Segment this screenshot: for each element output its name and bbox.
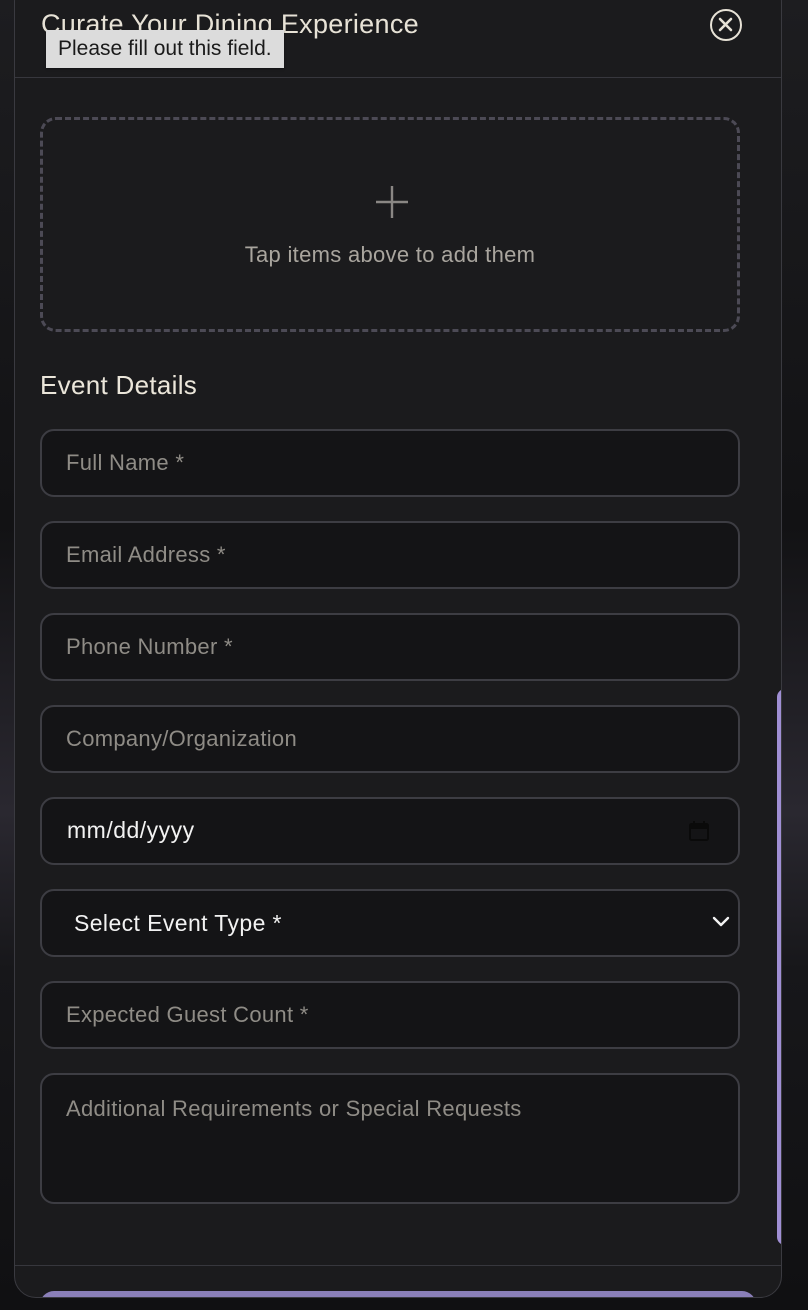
booking-modal: Curate Your Dining Experience Tap items …	[14, 0, 782, 1298]
close-button[interactable]	[710, 9, 742, 41]
calendar-icon[interactable]	[688, 820, 710, 842]
phone-input[interactable]	[40, 613, 740, 681]
special-requests-textarea[interactable]	[40, 1073, 740, 1204]
selected-items-dropzone: Tap items above to add them	[40, 117, 740, 332]
event-type-select[interactable]: Select Event Type *	[40, 889, 740, 957]
company-input[interactable]	[40, 705, 740, 773]
date-format-text: mm/dd/yyyy	[67, 817, 195, 843]
plus-icon	[376, 186, 408, 218]
full-name-input[interactable]	[40, 429, 740, 497]
chevron-down-icon	[712, 916, 730, 927]
guest-count-input[interactable]	[40, 981, 740, 1049]
validation-tooltip: Please fill out this field.	[46, 30, 284, 68]
dropzone-hint: Tap items above to add them	[244, 242, 536, 267]
email-input[interactable]	[40, 521, 740, 589]
submit-button[interactable]	[40, 1291, 756, 1297]
footer-divider	[15, 1265, 781, 1266]
close-icon	[718, 17, 733, 32]
event-details-heading: Event Details	[40, 370, 198, 400]
event-type-selected: Select Event Type *	[74, 910, 282, 936]
event-date-input[interactable]: mm/dd/yyyy	[40, 797, 740, 865]
scrollbar-thumb[interactable]	[777, 689, 781, 1245]
